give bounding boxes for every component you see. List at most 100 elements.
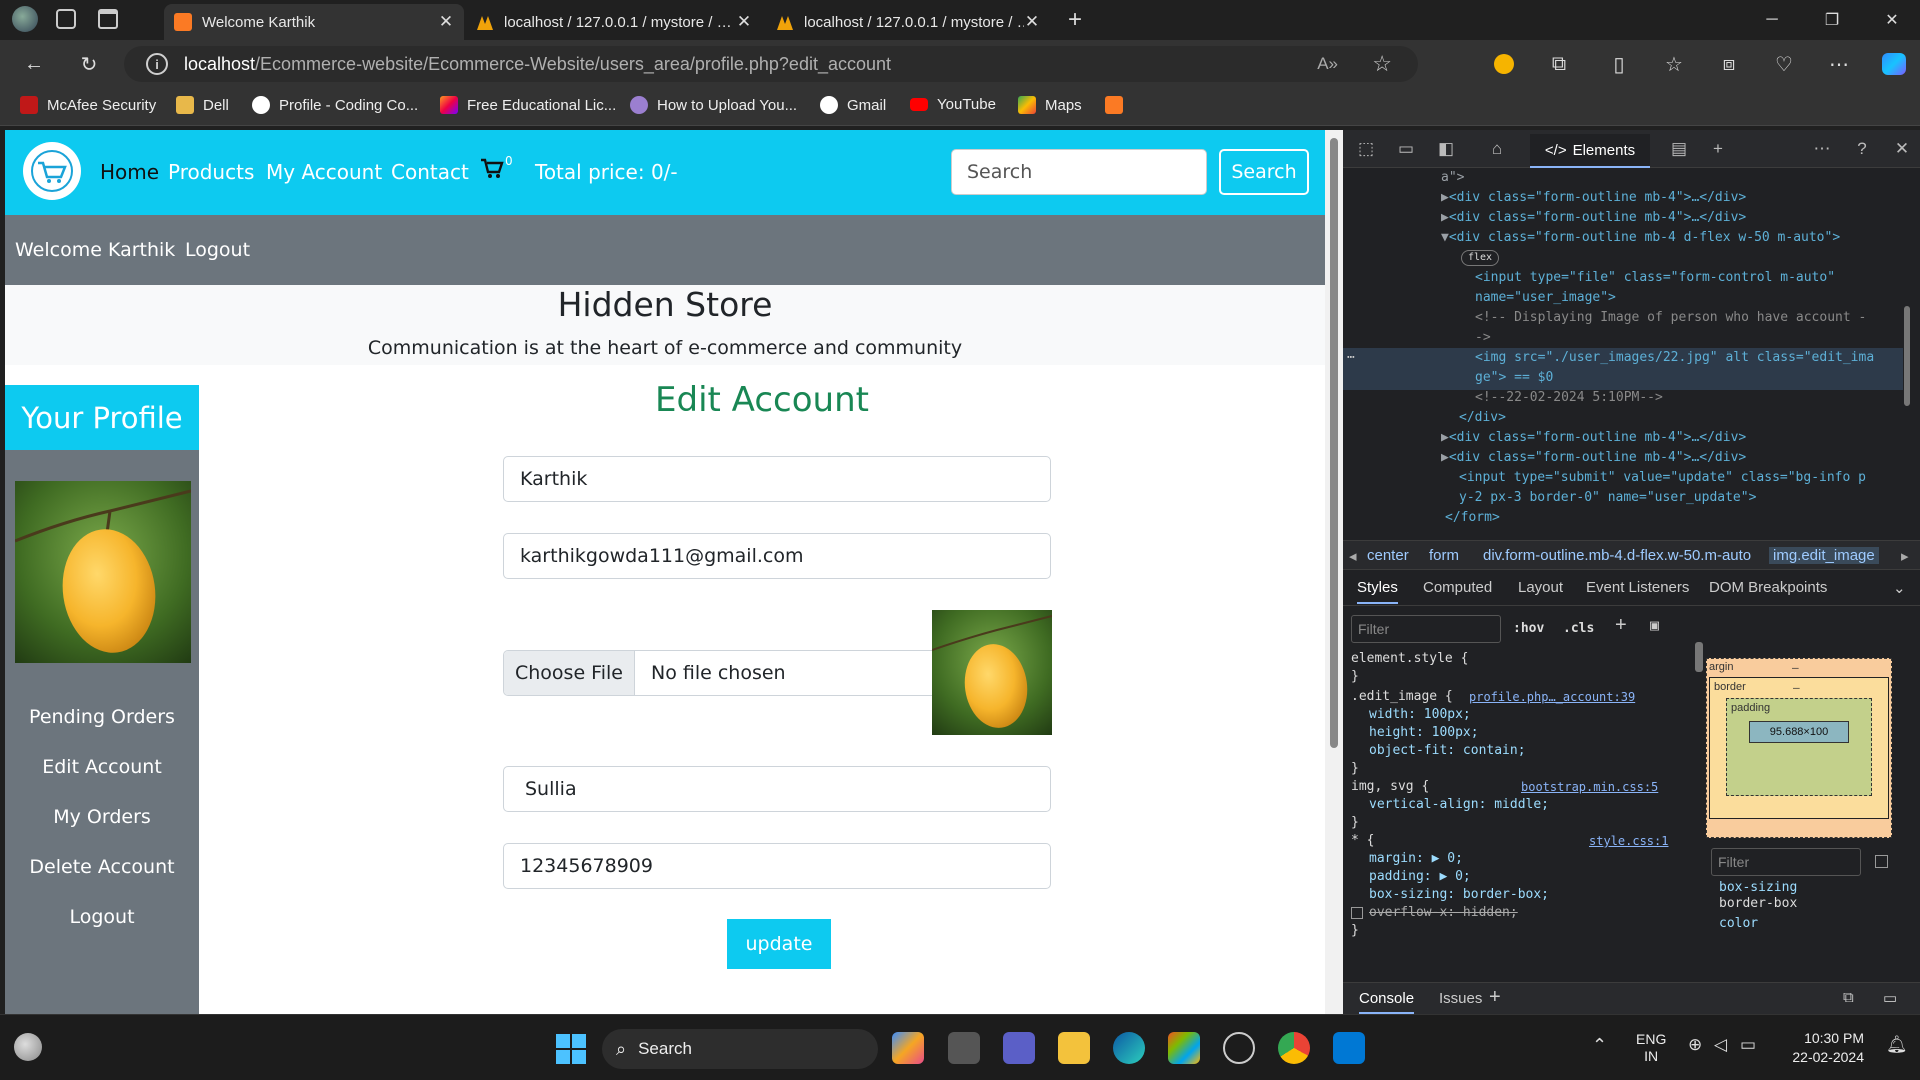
mobile-field[interactable]: 12345678909 — [503, 843, 1051, 889]
browser-essentials-icon[interactable]: ♡ — [1770, 50, 1798, 78]
dom-scroll-thumb[interactable] — [1904, 306, 1910, 406]
close-tab-icon[interactable]: ✕ — [736, 12, 752, 32]
add-panel-icon[interactable]: + — [1707, 138, 1729, 160]
paint-icon[interactable]: ▣ — [1650, 616, 1659, 634]
rules-scrollbar[interactable] — [1695, 630, 1703, 930]
maximize-button[interactable]: ❐ — [1804, 0, 1860, 40]
dom-line[interactable]: <input type="file" class="form-control m… — [1475, 268, 1835, 289]
dom-line[interactable]: ▶<div class="form-outline mb-4">…</div> — [1441, 208, 1746, 229]
inspect-icon[interactable]: ⬚ — [1355, 138, 1377, 160]
dom-comment[interactable]: <!--22-02-2024 5:10PM--> — [1475, 388, 1663, 409]
page-scrollbar[interactable] — [1325, 130, 1343, 1014]
rule-property[interactable]: padding: ▶ 0; — [1369, 868, 1471, 886]
rule-property[interactable]: object-fit: contain; — [1369, 742, 1526, 760]
rule-source-link[interactable]: style.css:1 — [1589, 832, 1668, 850]
address-bar[interactable]: i localhost/Ecommerce-website/Ecommerce-… — [124, 46, 1418, 82]
help-icon[interactable]: ? — [1851, 138, 1873, 160]
minimize-button[interactable]: ─ — [1744, 0, 1800, 40]
expand-arrow-icon[interactable]: ▶ — [1441, 430, 1449, 445]
task-view-icon[interactable] — [948, 1032, 980, 1064]
tab-welcome[interactable]: Welcome Karthik ✕ — [164, 4, 464, 40]
cart-link[interactable]: 0 — [480, 154, 514, 184]
dom-line[interactable]: <input type="submit" value="update" clas… — [1459, 468, 1866, 489]
rule-checkbox[interactable] — [1351, 907, 1363, 919]
extension-icon[interactable] — [1490, 50, 1518, 78]
choose-file-button[interactable]: Choose File — [504, 651, 635, 695]
image-file-input[interactable]: Choose File No file chosen — [503, 650, 933, 696]
dom-line[interactable]: ▶<div class="form-outline mb-4">…</div> — [1441, 188, 1746, 209]
taskbar-search[interactable]: ⌕ Search — [602, 1029, 878, 1069]
new-tab-button[interactable]: + — [1068, 6, 1082, 34]
nav-my-account[interactable]: My Account — [266, 160, 382, 184]
tray-chevron-icon[interactable]: ⌃ — [1592, 1035, 1607, 1056]
rule-property[interactable]: width: 100px; — [1369, 706, 1471, 724]
copilot-icon[interactable] — [1880, 50, 1908, 78]
address-field[interactable]: Sullia — [503, 766, 1051, 812]
nav-home[interactable]: Home — [100, 160, 159, 184]
bookmark-coding[interactable]: Profile - Coding Co... — [252, 96, 418, 114]
bookmark-youtube[interactable]: YouTube — [910, 96, 996, 113]
refresh-icon[interactable]: ↻ — [75, 50, 103, 78]
console-panel-icon[interactable]: ▤ — [1668, 138, 1690, 160]
bookmark-dell[interactable]: Dell — [176, 96, 229, 114]
cls-toggle[interactable]: .cls — [1563, 621, 1594, 636]
dom-ellipsis-icon[interactable]: ⋯ — [1347, 348, 1355, 369]
tab-issues[interactable]: Issues — [1439, 990, 1482, 1007]
flex-badge[interactable]: flex — [1461, 250, 1500, 266]
nav-contact[interactable]: Contact — [391, 160, 469, 184]
collections-icon[interactable]: ⧈ — [1715, 50, 1743, 78]
crumb-scroll-left-icon[interactable]: ◂ — [1349, 547, 1357, 565]
search-button[interactable]: Search — [1219, 149, 1309, 195]
tab-layout[interactable]: Layout — [1518, 579, 1563, 596]
expand-arrow-icon[interactable]: ▶ — [1441, 210, 1449, 225]
rule-source-link[interactable]: profile.php…_account:39 — [1469, 688, 1635, 706]
email-field[interactable]: karthikgowda111@gmail.com — [503, 533, 1051, 579]
rule-property[interactable]: margin: ▶ 0; — [1369, 850, 1463, 868]
dom-comment[interactable]: -> — [1475, 328, 1491, 349]
tab-phpmyadmin-1[interactable]: localhost / 127.0.0.1 / mystore / … ✕ — [466, 4, 762, 40]
dom-line[interactable]: </div> — [1459, 408, 1506, 429]
update-button[interactable]: update — [727, 919, 831, 969]
language-indicator[interactable]: ENG IN — [1636, 1031, 1666, 1065]
tab-styles[interactable]: Styles — [1357, 579, 1398, 604]
tab-phpmyadmin-2[interactable]: localhost / 127.0.0.1 / mystore / … ✕ — [766, 4, 1050, 40]
rule-selector[interactable]: element.style { — [1351, 650, 1468, 668]
tab-event-listeners[interactable]: Event Listeners — [1586, 579, 1689, 596]
page-scroll-thumb[interactable] — [1330, 138, 1338, 748]
dom-comment[interactable]: <!-- Displaying Image of person who have… — [1475, 308, 1866, 329]
sidebar-item-pending-orders[interactable]: Pending Orders — [5, 706, 199, 728]
bookmark-jetbrains[interactable]: Free Educational Lic... — [440, 96, 616, 114]
bookmark-upload[interactable]: How to Upload You... — [630, 96, 797, 114]
add-drawer-tab-icon[interactable]: + — [1489, 986, 1501, 1009]
rule-property-disabled[interactable]: overflow-x: hidden; — [1369, 904, 1518, 922]
crumb-scroll-right-icon[interactable]: ▸ — [1901, 547, 1909, 565]
computed-next-prop[interactable]: color — [1719, 916, 1758, 928]
dom-line[interactable]: a"> — [1441, 170, 1464, 189]
dom-scrollbar[interactable] — [1902, 176, 1912, 536]
battery-icon[interactable]: ▭ — [1740, 1035, 1756, 1055]
dom-line-selected[interactable]: ge"> == $0 — [1475, 368, 1553, 389]
more-options-icon[interactable]: ⋯ — [1825, 50, 1853, 78]
device-toolbar-icon[interactable]: ▭ — [1395, 138, 1417, 160]
rule-selector[interactable]: .edit_image { — [1351, 688, 1453, 706]
styles-filter-input[interactable]: Filter — [1351, 615, 1501, 643]
shop-logo[interactable] — [23, 142, 81, 200]
profile-avatar-icon[interactable] — [12, 6, 38, 32]
close-window-button[interactable]: ✕ — [1864, 0, 1920, 40]
subnav-logout[interactable]: Logout — [185, 239, 250, 261]
expand-arrow-icon[interactable]: ▶ — [1441, 450, 1449, 465]
search-input[interactable]: Search — [951, 149, 1207, 195]
store-icon[interactable] — [1168, 1032, 1200, 1064]
teams-icon[interactable] — [1003, 1032, 1035, 1064]
more-tools-icon[interactable]: ⋯ — [1811, 138, 1833, 160]
bookmark-mcafee[interactable]: McAfee Security — [20, 96, 156, 114]
copilot-taskbar-icon[interactable] — [892, 1032, 924, 1064]
computed-filter-input[interactable]: Filter — [1711, 848, 1861, 876]
dock-icon[interactable]: ◧ — [1435, 138, 1457, 160]
close-devtools-icon[interactable]: ✕ — [1891, 138, 1913, 160]
network-icon[interactable]: ⊕ — [1688, 1035, 1702, 1055]
clock[interactable]: 10:30 PM 22-02-2024 — [1782, 1029, 1864, 1067]
dom-line[interactable]: ▼<div class="form-outline mb-4 d-flex w-… — [1441, 228, 1840, 249]
dom-line-selected[interactable]: <img src="./user_images/22.jpg" alt clas… — [1475, 348, 1874, 369]
split-screen-icon[interactable]: ▯ — [1605, 50, 1633, 78]
